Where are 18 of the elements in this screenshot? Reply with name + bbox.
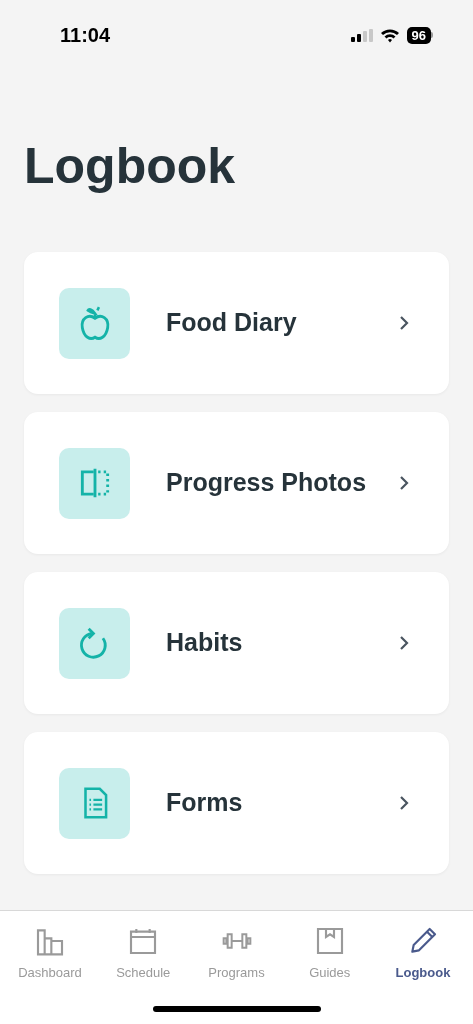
status-time: 11:04: [60, 23, 111, 48]
page-title: Logbook: [24, 138, 237, 194]
tab-item[interactable]: Logbook: [379, 925, 467, 983]
item-label: Forms: [166, 787, 244, 819]
item-label: Progress Photos: [166, 467, 368, 499]
battery-level: 96: [406, 26, 431, 44]
menu-card[interactable]: Habits: [24, 572, 449, 714]
item-label: Habits: [166, 627, 244, 659]
chevron-right-icon: [399, 315, 409, 331]
signal-icon: [350, 28, 373, 42]
menu-card[interactable]: Forms: [24, 732, 449, 874]
menu-card[interactable]: Food Diary: [24, 252, 449, 394]
chevron-right-icon: [399, 635, 409, 651]
item-label: Food Diary: [166, 307, 298, 339]
menu-card[interactable]: Progress Photos: [24, 412, 449, 554]
chevron-right-icon: [399, 475, 409, 491]
wifi-icon: [379, 27, 400, 43]
chevron-right-icon: [399, 795, 409, 811]
